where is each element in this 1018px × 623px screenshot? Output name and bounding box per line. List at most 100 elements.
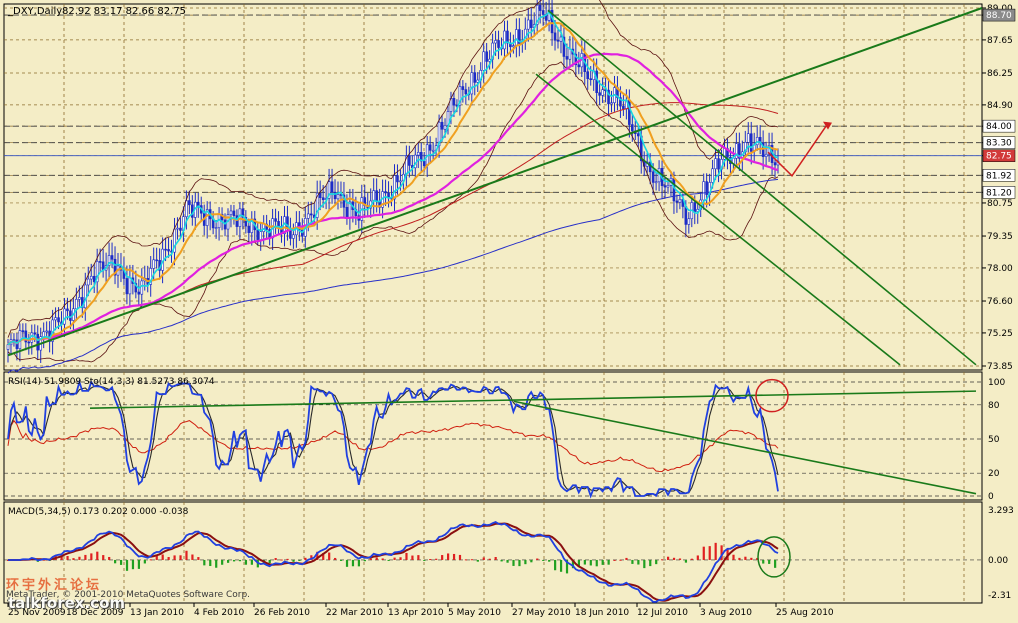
candle-body <box>684 206 688 225</box>
macd-bar <box>774 559 777 568</box>
macd-bar <box>595 559 598 567</box>
candle-body <box>140 280 144 295</box>
macd-bar <box>114 559 117 564</box>
macd-bar <box>137 559 141 569</box>
macd-bar <box>78 556 81 560</box>
candle-body <box>167 249 170 252</box>
candle-body <box>678 199 682 203</box>
x-tick-1: 18 Dec 2009 <box>66 608 124 618</box>
x-tick-9: 18 Jun 2010 <box>575 608 629 618</box>
candle-body <box>503 30 506 50</box>
candle-body <box>541 10 545 15</box>
macd-bar <box>108 556 111 560</box>
candle-body <box>529 19 533 28</box>
ohlc-label: 82.92 83.17 82.66 82.75 <box>62 6 186 17</box>
x-tick-5: 22 Mar 2010 <box>326 608 383 618</box>
macd-bar <box>167 557 170 560</box>
macd-bar <box>607 559 610 565</box>
macd-bar <box>191 554 194 560</box>
macd-bar <box>625 557 628 560</box>
chart-svg: 89.0088.7087.6586.2584.9084.0083.3082.75… <box>3 0 1016 618</box>
macd-bar <box>768 559 771 564</box>
candle-body <box>461 86 465 90</box>
x-tick-8: 27 May 2010 <box>512 608 571 618</box>
macd-bar <box>708 546 711 560</box>
macd-bar <box>482 557 485 560</box>
price-tick-15: 73.85 <box>987 362 1013 372</box>
candle-body <box>372 190 375 202</box>
panel-frame-2 <box>3 501 983 604</box>
macd-bar <box>702 546 705 560</box>
macd-bar <box>304 557 307 560</box>
macd-bar <box>476 559 479 562</box>
macd-bar <box>298 559 301 561</box>
macd-bar <box>161 554 164 560</box>
macd-bar <box>684 559 688 563</box>
candle-body <box>336 194 340 200</box>
level-label-0: 88.70 <box>986 11 1012 21</box>
macd-bar <box>762 559 765 564</box>
candle-body <box>482 51 485 71</box>
macd-bar <box>435 558 438 560</box>
candle-body <box>636 133 640 137</box>
candle-body <box>188 200 191 206</box>
candle-body <box>196 201 200 206</box>
macd-bar <box>655 559 658 565</box>
macd-bar <box>221 559 224 565</box>
candle-body <box>672 178 676 202</box>
candle-body <box>431 149 435 152</box>
candle-body <box>559 36 563 42</box>
macd-bar <box>637 559 640 565</box>
candle-body <box>595 70 598 93</box>
candle-body <box>393 175 396 200</box>
level-label-3: 82.75 <box>986 152 1012 162</box>
candle-body <box>229 210 233 215</box>
candle-body <box>589 78 593 81</box>
macd-bar <box>423 559 426 561</box>
candle-body <box>687 218 691 225</box>
rsi-tick-3: 20 <box>988 469 1000 479</box>
candle-body <box>666 185 670 188</box>
macd-bar <box>244 559 248 565</box>
candle-body <box>443 125 447 130</box>
candle-body <box>125 278 129 295</box>
macd-bar <box>548 559 551 562</box>
macd-bar <box>72 558 75 560</box>
candle-body <box>75 299 78 310</box>
candle-body <box>773 162 777 166</box>
candle-body <box>214 227 218 229</box>
candle-body <box>21 330 25 332</box>
macd-bar <box>530 559 533 563</box>
macd-bar <box>268 559 271 563</box>
macd-bar <box>667 556 670 560</box>
symbol-label: _DXY,Daily <box>7 6 62 17</box>
candle-body <box>586 71 590 80</box>
macd-bar <box>536 558 539 560</box>
candle-body <box>714 158 717 170</box>
macd-bar <box>197 557 200 560</box>
candle-body <box>321 197 325 201</box>
macd-bar <box>393 557 396 560</box>
macd-bar <box>345 559 349 567</box>
candle-body <box>464 89 468 95</box>
x-tick-10: 12 Jul 2010 <box>637 608 688 618</box>
macd-bar <box>738 557 741 560</box>
candle-body <box>654 181 658 184</box>
macd-bar <box>339 559 343 561</box>
rsi-label: RSI(14) 51.9809 Sto(14,3,3) 81.5273 86.3… <box>8 377 215 387</box>
candle-body <box>42 331 45 337</box>
macd-bar <box>405 552 408 560</box>
macd-bar <box>203 559 206 566</box>
candle-body <box>155 259 158 262</box>
macd-bar <box>589 559 592 566</box>
candle-body <box>556 39 560 42</box>
candle-body <box>497 40 500 48</box>
candle-body <box>86 278 90 286</box>
candle-body <box>494 40 497 44</box>
x-tick-0: 25 Nov 2009 <box>8 608 66 618</box>
candle-body <box>27 341 31 344</box>
candle-body <box>45 330 48 333</box>
macd-bar <box>96 551 99 560</box>
macd-bar <box>292 559 295 562</box>
macd-bar <box>274 558 277 560</box>
